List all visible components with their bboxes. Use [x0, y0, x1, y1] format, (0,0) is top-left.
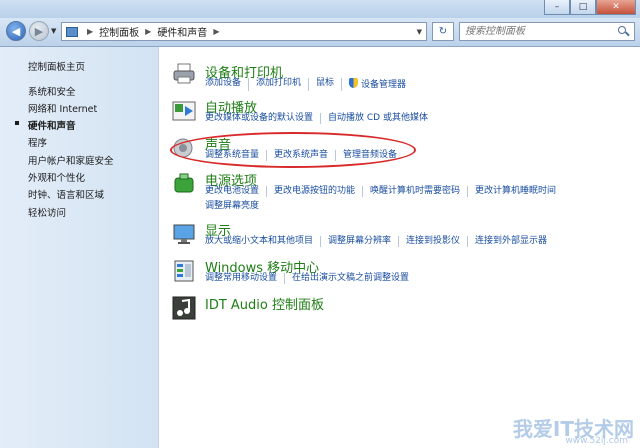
link-change-default-settings[interactable]: 更改媒体或设备的默认设置 — [205, 113, 320, 124]
sidebar-item-system-security[interactable]: 系统和安全 — [28, 84, 76, 98]
link-require-password[interactable]: 唤醒计算机时需要密码 — [362, 186, 467, 197]
link-device-manager[interactable]: 设备管理器 — [341, 78, 413, 91]
link-autoplay-cd[interactable]: 自动播放 CD 或其他媒体 — [320, 113, 435, 124]
forward-button[interactable]: ▶ — [29, 21, 49, 41]
window-title-bar: – □ ✕ — [0, 0, 640, 18]
mobility-center-icon[interactable] — [172, 259, 196, 283]
search-input[interactable] — [459, 22, 635, 41]
link-sleep-time[interactable]: 更改计算机睡眠时间 — [467, 186, 563, 197]
sidebar-item-programs[interactable]: 程序 — [28, 135, 47, 149]
control-panel-icon — [66, 26, 78, 37]
shield-icon — [349, 78, 359, 88]
link-power-button[interactable]: 更改电源按钮的功能 — [266, 186, 362, 197]
chevron-right-icon[interactable]: ▶ — [145, 27, 151, 36]
search-icon[interactable] — [618, 26, 626, 34]
chevron-right-icon[interactable]: ▶ — [87, 27, 93, 36]
link-text-size[interactable]: 放大或缩小文本和其他项目 — [205, 236, 320, 247]
address-bar[interactable]: ▶ 控制面板 ▶ 硬件和声音 ▶ ▼ — [61, 22, 427, 41]
printer-icon[interactable] — [172, 62, 196, 86]
sidebar-item-network[interactable]: 网络和 Internet — [28, 101, 97, 115]
window-controls: – □ ✕ — [544, 0, 636, 15]
refresh-button[interactable]: ↻ — [432, 22, 454, 41]
category-links: 添加设备 添加打印机 鼠标 设备管理器 — [205, 78, 413, 91]
maximize-button[interactable]: □ — [570, 0, 596, 15]
navigation-bar: ◀ ▶ ▼ ▶ 控制面板 ▶ 硬件和声音 ▶ ▼ ↻ — [0, 18, 640, 47]
link-presentation-settings[interactable]: 在给出演示文稿之前调整设置 — [284, 273, 416, 284]
link-screen-brightness[interactable]: 调整屏幕亮度 — [205, 201, 266, 212]
display-icon[interactable] — [172, 222, 196, 246]
link-projector[interactable]: 连接到投影仪 — [398, 236, 467, 247]
arrow-right-icon: ▶ — [34, 24, 44, 38]
autoplay-icon[interactable] — [172, 99, 196, 123]
link-external-display[interactable]: 连接到外部显示器 — [467, 236, 554, 247]
watermark-url: www.52ij.com — [565, 436, 628, 446]
link-add-printer[interactable]: 添加打印机 — [248, 78, 308, 91]
category-links: 放大或缩小文本和其他项目 调整屏幕分辨率 连接到投影仪 连接到外部显示器 — [205, 236, 554, 247]
category-links: 更改电池设置 更改电源按钮的功能 唤醒计算机时需要密码 更改计算机睡眠时间 — [205, 186, 563, 197]
category-links: 更改媒体或设备的默认设置 自动播放 CD 或其他媒体 — [205, 113, 435, 124]
sidebar-item-clock-region[interactable]: 时钟、语言和区域 — [28, 187, 104, 201]
category-links: 调整常用移动设置 在给出演示文稿之前调整设置 — [205, 273, 416, 284]
link-mouse[interactable]: 鼠标 — [308, 78, 341, 91]
power-icon[interactable] — [172, 172, 196, 196]
link-mobility-settings[interactable]: 调整常用移动设置 — [205, 273, 284, 284]
breadcrumb-hardware-sound[interactable]: 硬件和声音 — [157, 24, 207, 39]
back-button[interactable]: ◀ — [6, 21, 26, 41]
chevron-right-icon[interactable]: ▶ — [213, 27, 219, 36]
highlight-oval — [170, 132, 416, 168]
arrow-left-icon: ◀ — [11, 24, 21, 38]
minimize-button[interactable]: – — [544, 0, 570, 15]
link-device-manager-label: 设备管理器 — [361, 80, 407, 90]
idt-audio-icon[interactable] — [172, 296, 196, 320]
close-button[interactable]: ✕ — [596, 0, 636, 15]
breadcrumb-control-panel[interactable]: 控制面板 — [99, 24, 139, 39]
recent-pages-dropdown-icon[interactable]: ▼ — [51, 27, 56, 35]
sidebar-item-ease-of-access[interactable]: 轻松访问 — [28, 205, 66, 219]
sidebar-item-user-accounts[interactable]: 用户帐户和家庭安全 — [28, 153, 114, 167]
sidebar-item-hardware-sound: 硬件和声音 — [28, 121, 76, 132]
link-screen-resolution[interactable]: 调整屏幕分辨率 — [320, 236, 398, 247]
category-links-row2: 调整屏幕亮度 — [205, 201, 266, 212]
sidebar: 控制面板主页 系统和安全 网络和 Internet 硬件和声音 程序 用户帐户和… — [0, 47, 159, 448]
refresh-icon: ↻ — [438, 26, 448, 37]
current-item-bullet — [15, 121, 19, 125]
address-dropdown-icon[interactable]: ▼ — [417, 28, 422, 36]
link-change-battery-settings[interactable]: 更改电池设置 — [205, 186, 266, 197]
category-title[interactable]: IDT Audio 控制面板 — [205, 294, 324, 313]
sidebar-item-home[interactable]: 控制面板主页 — [28, 59, 85, 73]
sidebar-item-appearance[interactable]: 外观和个性化 — [28, 170, 85, 184]
link-add-device[interactable]: 添加设备 — [205, 78, 248, 91]
